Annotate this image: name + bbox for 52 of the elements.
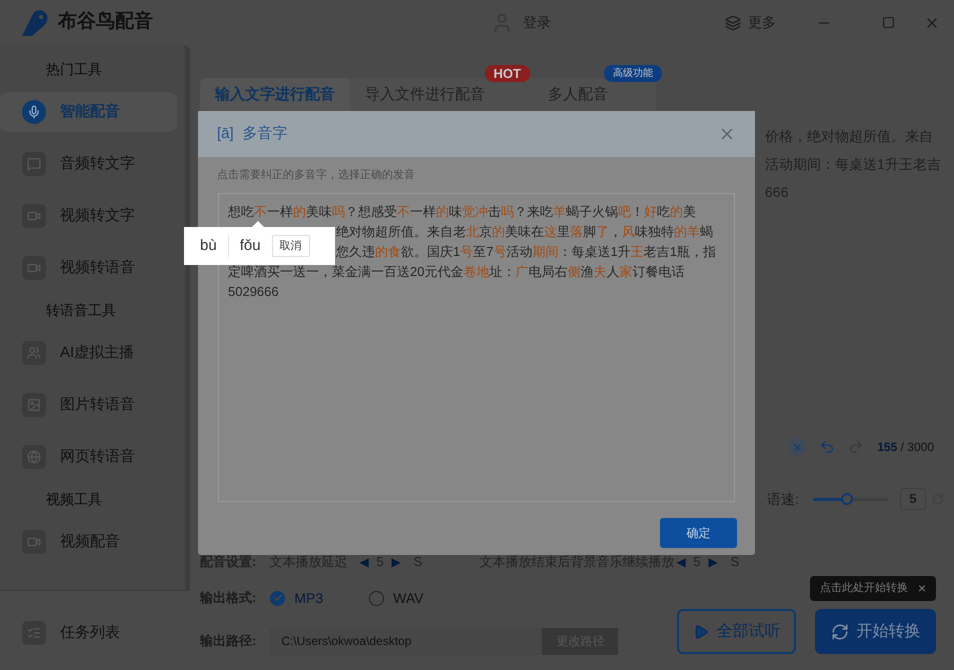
tab-badge: HOT xyxy=(484,65,530,82)
format-radio[interactable]: MP3 xyxy=(270,588,324,608)
section-heading: 热门工具 xyxy=(45,60,103,79)
text-line: 5029666 xyxy=(228,282,279,300)
start-convert-button[interactable]: 开始转换 xyxy=(815,609,936,654)
increase-button[interactable]: ▶ xyxy=(392,553,401,571)
dialog-title: 多音字 xyxy=(242,124,288,144)
video-camera-icon xyxy=(22,204,46,228)
checklist-icon xyxy=(22,621,46,645)
char-limit: / 3000 xyxy=(900,440,934,454)
increase-button[interactable]: ▶ xyxy=(708,553,718,571)
confirm-button[interactable]: 确定 xyxy=(660,518,737,548)
text-line: 您久违的食欲。国庆1号至7号活动期间：每桌送1升王老吉1瓶，指 xyxy=(336,242,716,260)
video-camera-icon xyxy=(22,256,46,280)
image-icon xyxy=(22,393,46,417)
layers-icon xyxy=(725,14,741,30)
chat-icon xyxy=(22,152,46,176)
maximize-icon[interactable] xyxy=(882,16,895,29)
radio-checked-icon xyxy=(270,590,286,606)
format-radio[interactable]: WAV xyxy=(369,588,424,608)
tooltip-text: 点击此处开始转换 xyxy=(820,580,908,596)
tab[interactable]: 输入文字进行配音 xyxy=(200,78,350,112)
pinyin-option[interactable]: bù xyxy=(184,234,229,258)
app-title: 布谷鸟配音 xyxy=(58,10,153,34)
play-icon xyxy=(692,624,708,640)
pinyin-icon: [ā] xyxy=(217,122,234,146)
bird-logo-icon xyxy=(20,8,50,36)
people-icon xyxy=(22,341,46,365)
section-heading: 视频工具 xyxy=(45,490,103,509)
decrease-button[interactable]: ◀ xyxy=(359,553,368,571)
radio-empty-icon xyxy=(369,590,384,606)
tab-badge: 高级功能 xyxy=(604,65,662,82)
section-heading: 转语音工具 xyxy=(45,301,117,320)
sidebar-item[interactable]: 智能配音 xyxy=(0,92,177,132)
microphone-icon xyxy=(22,100,46,124)
video-camera-icon xyxy=(22,530,46,554)
pinyin-option[interactable]: fǒu xyxy=(228,234,272,258)
convert-icon xyxy=(830,622,848,640)
text-line: 定啤酒买一送一，菜金满一百送20元代金卷地址：广电局右侧渔夫人家订餐电话 xyxy=(228,262,684,280)
text-line: 想吃不一样的美味吗？想感受不一样的味觉冲击吗？来吃羊蝎子火锅吧！好吃的美 xyxy=(228,202,696,220)
clear-icon[interactable] xyxy=(788,438,806,456)
cancel-button[interactable]: 取消 xyxy=(272,235,310,257)
dialog-hint: 点击需要纠正的多音字，选择正确的发音 xyxy=(217,168,416,183)
decrease-button[interactable]: ◀ xyxy=(676,553,686,571)
char-count: 155 xyxy=(877,440,898,454)
speed-slider[interactable] xyxy=(813,492,888,506)
undo-icon[interactable] xyxy=(819,439,836,455)
sidebar-item[interactable]: 任务列表 xyxy=(0,613,182,653)
text-line: 绝对物超所值。来自老北京的美味在这里落脚了，风味独特的羊蝎 xyxy=(336,222,713,240)
preview-all-button[interactable]: 全部试听 xyxy=(677,609,796,654)
tooltip-close[interactable]: × xyxy=(918,578,926,599)
globe-icon xyxy=(22,445,46,469)
